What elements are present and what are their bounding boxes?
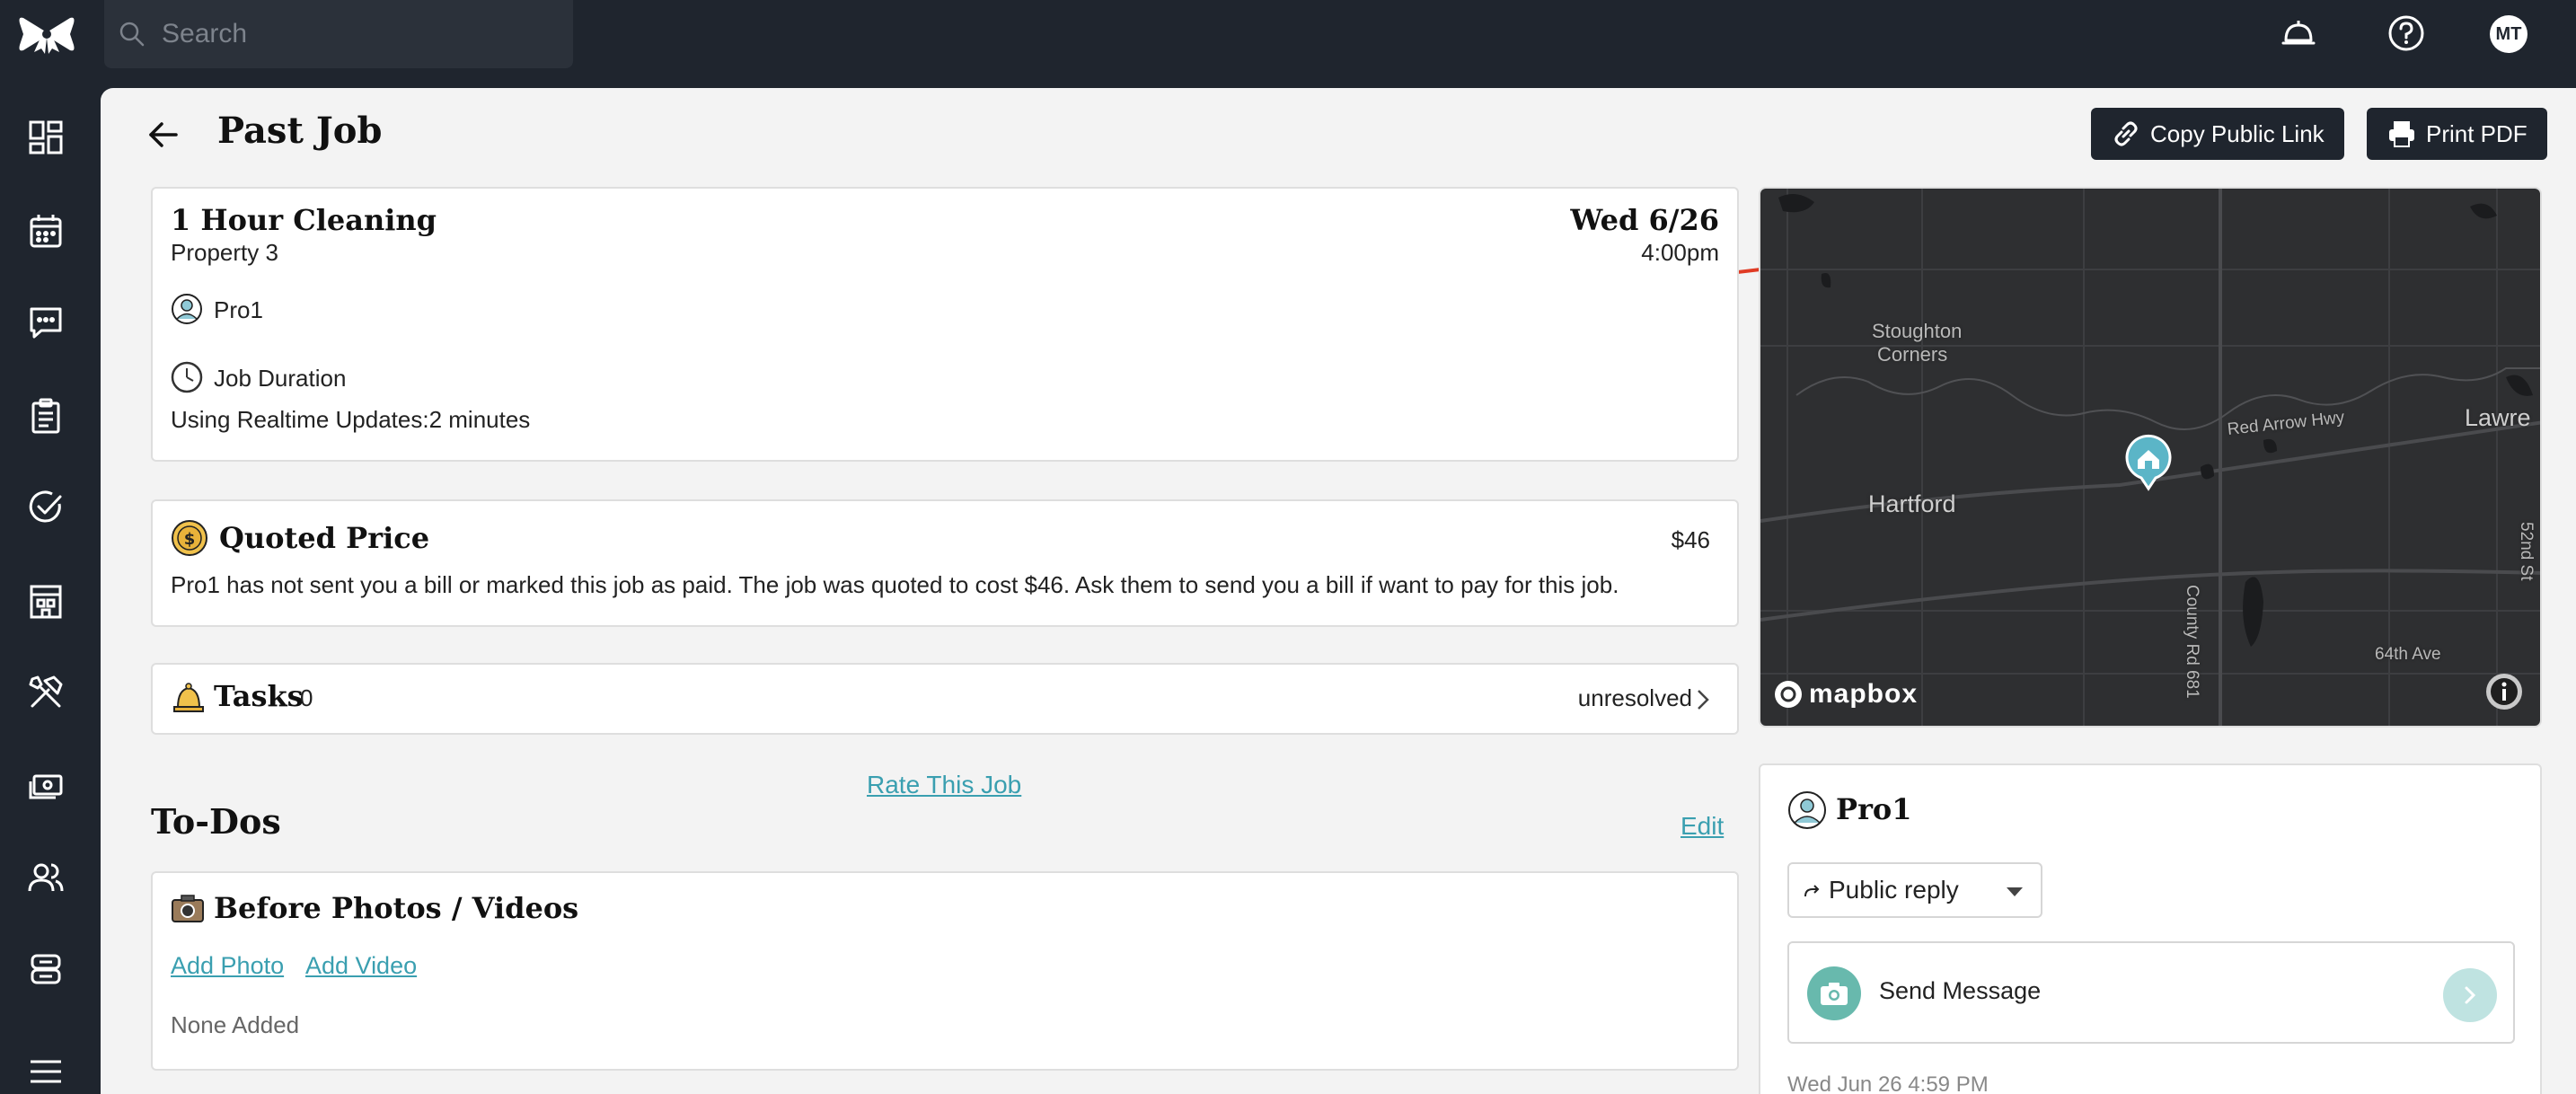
link-icon	[2114, 121, 2138, 146]
robot-icon[interactable]	[27, 950, 65, 988]
chevron-right-icon	[1698, 690, 1709, 710]
print-pdf-button[interactable]: Print PDF	[2367, 108, 2547, 160]
user-avatar[interactable]: MT	[2490, 15, 2527, 53]
tasks-count: 0	[300, 684, 313, 711]
printer-icon	[2389, 121, 2414, 147]
pro-chat-name[interactable]: Pro1	[1836, 792, 1912, 826]
before-photos-card: Before Photos / Videos Add Photo Add Vid…	[151, 871, 1739, 1071]
message-timestamp: Wed Jun 26 4:59 PM	[1787, 1072, 1989, 1094]
pro-name[interactable]: Pro1	[214, 296, 263, 324]
job-time: 4:00pm	[1641, 239, 1719, 266]
map-label-stoughton: Stoughton	[1872, 320, 1963, 342]
bell-icon	[173, 683, 204, 712]
tools-icon[interactable]	[27, 674, 65, 711]
share-arrow-icon	[1804, 885, 1820, 897]
camera-icon	[1821, 983, 1848, 1005]
top-bar: MT	[0, 0, 2576, 88]
home-pin-icon[interactable]	[2123, 433, 2174, 492]
messages-icon[interactable]	[27, 304, 65, 341]
quoted-price-message: Pro1 has not sent you a bill or marked t…	[171, 571, 1619, 598]
mapbox-logo-icon	[1775, 681, 1802, 708]
tasks-card[interactable]: Tasks 0 unresolved	[151, 663, 1739, 735]
map-label-52nd-st: 52nd St	[2517, 522, 2536, 581]
map-label-64th-ave: 64th Ave	[2375, 645, 2441, 664]
users-icon[interactable]	[27, 859, 65, 896]
pro-chat-card: Pro1 Public reply Send Message Wed Jun 2…	[1759, 763, 2542, 1094]
realtime-updates-text: Using Realtime Updates:2 minutes	[171, 406, 531, 433]
job-property: Property 3	[171, 239, 278, 266]
map-label-county-rd: County Rd 681	[2183, 585, 2201, 699]
caret-down-icon	[2007, 887, 2023, 896]
print-pdf-label: Print PDF	[2426, 119, 2527, 147]
service-bell-icon[interactable]	[2278, 13, 2319, 54]
todos-edit-link[interactable]: Edit	[1681, 812, 1724, 841]
page-title: Past Job	[217, 110, 383, 152]
money-icon[interactable]	[27, 767, 65, 805]
tasks-title: Tasks	[214, 679, 304, 713]
menu-icon[interactable]	[27, 1053, 65, 1090]
attach-camera-button[interactable]	[1807, 966, 1861, 1020]
send-message-button[interactable]	[2443, 968, 2497, 1022]
tasks-status: unresolved	[1577, 684, 1692, 711]
mapbox-text: mapbox	[1809, 679, 1919, 709]
calendar-icon[interactable]	[27, 212, 65, 250]
add-video-link[interactable]: Add Video	[305, 952, 417, 980]
svg-text:$: $	[184, 530, 196, 549]
message-composer[interactable]: Send Message	[1787, 941, 2515, 1044]
job-date: Wed 6/26	[1570, 203, 1719, 237]
rate-job-link[interactable]: Rate This Job	[867, 771, 1021, 799]
before-photos-title: Before Photos / Videos	[214, 891, 579, 925]
info-icon[interactable]	[2484, 672, 2524, 711]
reply-type-select[interactable]: Public reply	[1787, 862, 2042, 918]
quoted-price-card: $ Quoted Price $46 Pro1 has not sent you…	[151, 499, 1739, 627]
clock-icon	[171, 361, 203, 393]
todos-title: To-Dos	[151, 801, 281, 842]
coin-icon: $	[172, 520, 207, 556]
pro-avatar-icon	[172, 294, 202, 324]
copy-public-link-label: Copy Public Link	[2150, 119, 2325, 147]
job-summary-card: 1 Hour Cleaning Property 3 Wed 6/26 4:00…	[151, 187, 1739, 462]
building-icon[interactable]	[27, 582, 65, 620]
camera-icon	[172, 895, 204, 922]
reply-type-value: Public reply	[1829, 876, 1959, 904]
pro-avatar-icon	[1788, 791, 1826, 829]
chevron-right-icon	[2465, 986, 2476, 1004]
map-label-hartford: Hartford	[1868, 490, 1956, 517]
mapbox-attribution: mapbox	[1773, 679, 1918, 710]
search-icon	[119, 22, 145, 47]
quoted-price-title: Quoted Price	[219, 521, 430, 555]
map-label-lawrence: Lawre	[2465, 404, 2531, 431]
sidebar	[0, 88, 101, 1094]
map-label-corners: Corners	[1877, 343, 1948, 366]
search-bar[interactable]	[104, 0, 573, 68]
search-input[interactable]	[162, 19, 539, 49]
copy-public-link-button[interactable]: Copy Public Link	[2091, 108, 2344, 160]
job-title: 1 Hour Cleaning	[171, 203, 437, 237]
back-arrow-icon[interactable]	[144, 115, 183, 154]
none-added-text: None Added	[171, 1011, 300, 1038]
check-circle-icon[interactable]	[27, 489, 65, 526]
help-icon[interactable]	[2386, 13, 2427, 54]
main-panel: Past Job Copy Public Link Print PDF 1 Ho…	[101, 88, 2576, 1094]
location-map[interactable]: Stoughton Corners Hartford Red Arrow Hwy…	[1759, 187, 2542, 728]
quoted-price-amount: $46	[1671, 526, 1710, 553]
add-photo-link[interactable]: Add Photo	[171, 952, 284, 980]
message-input-placeholder[interactable]: Send Message	[1879, 977, 2041, 1005]
bow-logo-icon[interactable]	[18, 14, 75, 54]
checklist-icon[interactable]	[27, 397, 65, 435]
job-duration-label: Job Duration	[214, 365, 347, 392]
dashboard-icon[interactable]	[27, 119, 65, 156]
